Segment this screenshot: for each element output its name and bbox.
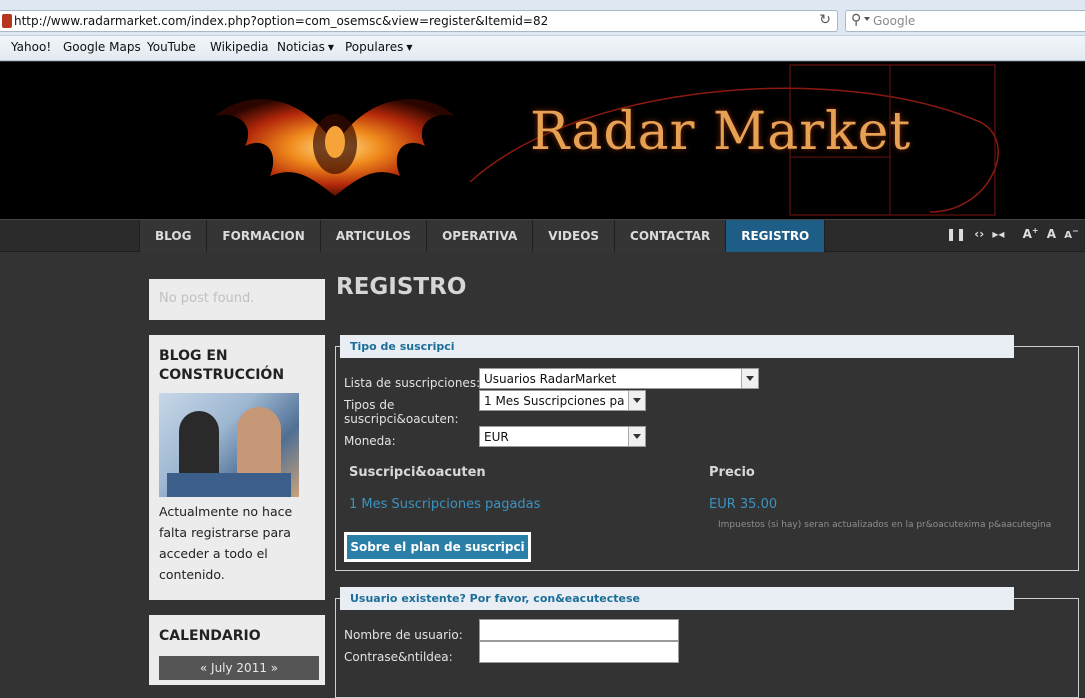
nav-articulos[interactable]: ARTICULOS [320,220,428,252]
browser-toolbar: http://www.radarmarket.com/index.php?opt… [0,0,1085,36]
login-legend: Usuario existente? Por favor, con&eacute… [340,587,1014,610]
bookmark-wikipedia[interactable]: Wikipedia [210,40,269,54]
currency-select[interactable]: EUR [479,426,646,447]
no-post-box: No post found. [149,279,325,320]
nav-registro[interactable]: REGISTRO [726,220,826,252]
password-input[interactable] [479,641,679,663]
currency-label: Moneda: [344,434,396,448]
chevron-down-icon: ▼ [406,43,413,52]
bookmark-yahoo[interactable]: Yahoo! [11,40,51,54]
chevron-down-icon [741,369,758,388]
plan-info-button[interactable]: Sobre el plan de suscripci [344,532,531,562]
site-title: Radar Market [530,102,912,162]
search-input[interactable]: ⚲ Google [845,10,1085,32]
price-column-header: Precio [709,465,755,480]
prev-next-icon[interactable]: ‹› [974,227,984,241]
address-bar[interactable]: http://www.radarmarket.com/index.php?opt… [0,10,838,32]
username-label: Nombre de usuario: [344,628,463,642]
font-reset-icon[interactable]: A [1047,227,1056,241]
login-fieldset [335,598,1079,698]
subscription-types-value: 1 Mes Suscripciones pagadas [484,394,625,408]
subscription-types-label: Tipos de suscripci&oacuten: [344,398,459,426]
chevron-down-icon: ▼ [327,43,335,52]
tax-note: Impuestos (si hay) seran actualizados en… [718,520,1052,530]
font-increase-icon[interactable]: A+ [1023,226,1039,241]
skip-icon[interactable]: ▸◂ [992,227,1004,241]
bookmark-google-maps[interactable]: Google Maps [63,40,141,54]
page-title: REGISTRO [336,274,467,300]
search-placeholder: Google [873,14,916,28]
subscription-column-header: Suscripci&oacuten [349,465,486,480]
font-decrease-icon[interactable]: A− [1064,227,1078,241]
site-favicon-icon [2,14,12,28]
nav-videos[interactable]: VIDEOS [533,220,616,252]
no-post-text: No post found. [159,291,255,306]
nav-contactar[interactable]: CONTACTAR [615,220,727,252]
bookmark-youtube[interactable]: YouTube [147,40,196,54]
flame-logo-icon [215,99,455,196]
bookmark-noticias[interactable]: Noticias ▼ [277,40,334,54]
subscription-list-label: Lista de suscripciones: [344,376,481,390]
search-icon: ⚲ [851,12,862,28]
username-input[interactable] [479,619,679,641]
blog-box-title: BLOG EN CONSTRUCCIÓN [159,348,285,383]
subscription-row-name: 1 Mes Suscripciones pagadas [349,497,541,512]
nav-blog[interactable]: BLOG [140,220,208,252]
subscription-types-select[interactable]: 1 Mes Suscripciones pagadas [479,390,646,411]
address-text: http://www.radarmarket.com/index.php?opt… [14,14,549,28]
bookmark-populares-label: Populares [345,40,404,54]
nav-tools[interactable]: ❚❚ ‹› ▸◂ A+ A A− [946,226,1083,241]
main-nav: BLOG FORMACION ARTICULOS OPERATIVA VIDEO… [0,219,1085,252]
bookmark-populares[interactable]: Populares ▼ [345,40,413,54]
bookmarks-bar: Yahoo! Google Maps YouTube Wikipedia Not… [0,36,1085,61]
chevron-down-icon [628,391,645,410]
reload-icon[interactable]: ↻ [819,12,831,28]
blog-box: BLOG EN CONSTRUCCIÓN Actualmente no hace… [149,335,325,600]
nav-operativa[interactable]: OPERATIVA [427,220,534,252]
chevron-down-icon [628,427,645,446]
currency-value: EUR [484,430,509,444]
calendar-month-nav[interactable]: « July 2011 » [159,656,319,680]
nav-formacion[interactable]: FORMACION [207,220,321,252]
search-engine-dropdown-icon[interactable] [864,17,870,21]
bookmark-noticias-label: Noticias [277,40,325,54]
subscription-legend: Tipo de suscripci [340,335,1014,358]
blog-text: Actualmente no hace falta registrarse pa… [159,504,293,582]
subscription-row-price: EUR 35.00 [709,497,778,512]
site-banner: Radar Market [0,62,1085,219]
calendar-box: CALENDARIO « July 2011 » [149,615,325,685]
password-label: Contrase&ntildea: [344,650,453,664]
subscription-list-value: Usuarios RadarMarket [484,372,617,386]
subscription-list-select[interactable]: Usuarios RadarMarket [479,368,759,389]
calendar-title: CALENDARIO [159,628,261,644]
blog-image [159,393,299,497]
pause-icon[interactable]: ❚❚ [946,227,966,241]
